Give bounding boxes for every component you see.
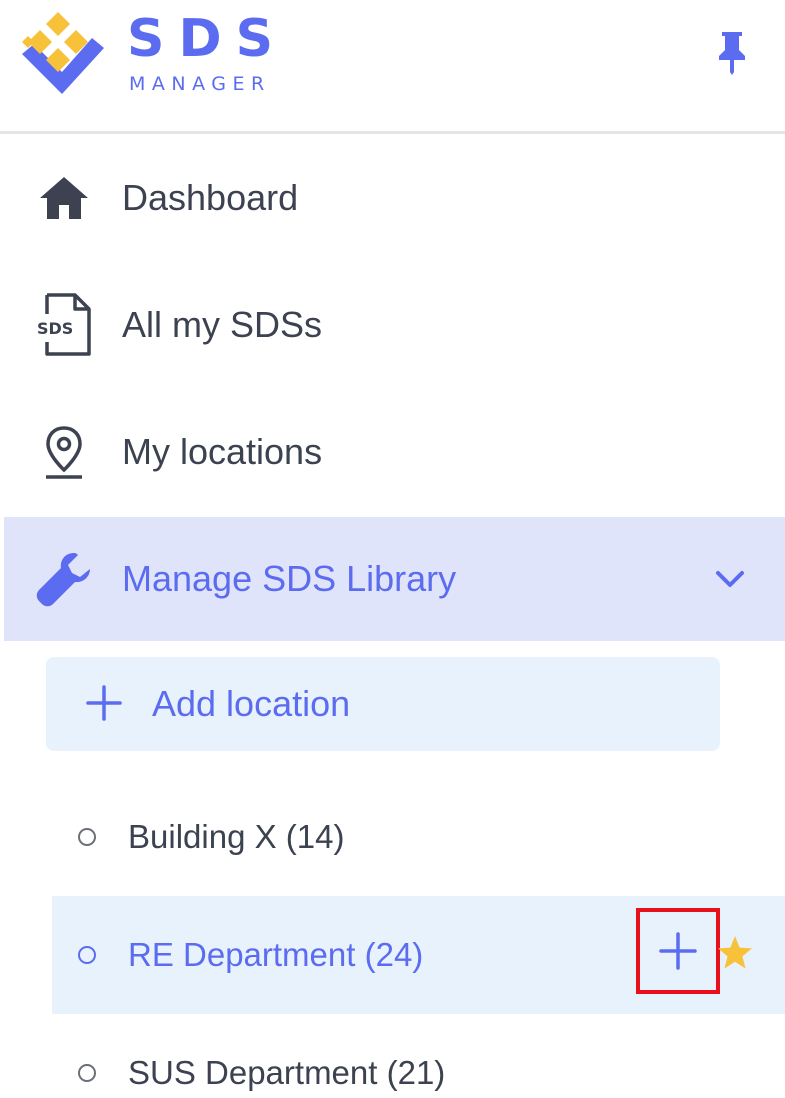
nav-label-dashboard: Dashboard bbox=[122, 177, 299, 218]
location-pin-icon bbox=[32, 390, 96, 514]
svg-text:SDS: SDS bbox=[37, 319, 73, 338]
add-sublocation-button[interactable] bbox=[636, 908, 720, 994]
chevron-down-icon[interactable] bbox=[710, 559, 750, 599]
nav-item-manage-sds-library[interactable]: Manage SDS Library bbox=[4, 517, 785, 641]
nav-item-all-my-sdss[interactable]: SDS All my SDSs bbox=[0, 263, 785, 387]
circle-bullet-icon bbox=[78, 1064, 96, 1082]
location-item-building-x[interactable]: Building X (14) bbox=[52, 778, 785, 896]
add-location-label: Add location bbox=[152, 683, 351, 724]
circle-bullet-icon bbox=[78, 946, 96, 964]
location-item-re-department[interactable]: RE Department (24) bbox=[52, 896, 785, 1014]
nav-item-dashboard[interactable]: Dashboard bbox=[0, 136, 785, 260]
location-item-sus-department[interactable]: SUS Department (21) bbox=[52, 1014, 785, 1098]
sds-manager-logo[interactable] bbox=[14, 10, 110, 107]
nav-label-manage-sds-library: Manage SDS Library bbox=[122, 558, 457, 599]
pin-icon[interactable] bbox=[712, 28, 752, 76]
location-label: SUS Department (21) bbox=[128, 1054, 446, 1091]
nav-label-my-locations: My locations bbox=[122, 431, 323, 472]
logo-subtitle: MANAGER bbox=[129, 73, 271, 95]
add-location-button[interactable]: Add location bbox=[46, 657, 720, 751]
location-label: RE Department (24) bbox=[128, 936, 424, 973]
sidebar-header: SDS MANAGER bbox=[0, 0, 785, 134]
sds-document-icon: SDS bbox=[32, 263, 96, 387]
wrench-icon bbox=[32, 517, 96, 641]
logo-text: SDS bbox=[127, 9, 288, 69]
nav-item-my-locations[interactable]: My locations bbox=[0, 390, 785, 514]
favorite-star-icon[interactable] bbox=[716, 934, 754, 972]
plus-icon bbox=[84, 683, 124, 723]
nav-label-all-my-sdss: All my SDSs bbox=[122, 304, 323, 345]
location-label: Building X (14) bbox=[128, 818, 345, 855]
circle-bullet-icon bbox=[78, 828, 96, 846]
plus-icon bbox=[659, 932, 697, 970]
home-icon bbox=[32, 136, 96, 260]
